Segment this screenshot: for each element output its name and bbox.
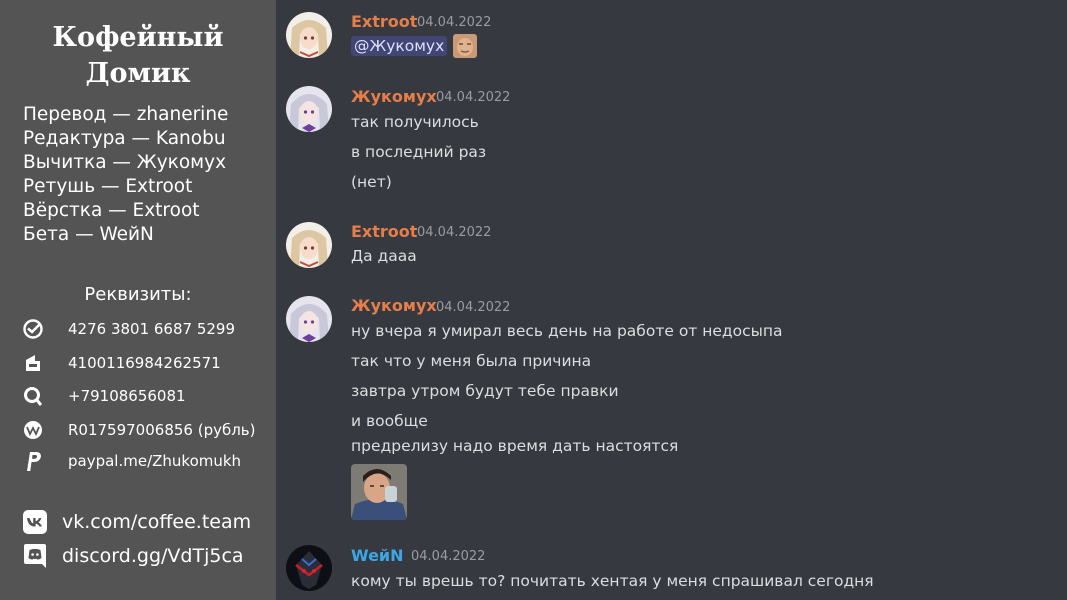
message-line: так получилось [351,113,479,131]
message-content: @Жукомух [351,34,478,58]
social-vk-link: vk.com/coffee.team [62,511,252,533]
message-author[interactable]: Extroot [351,12,417,31]
requisite-paypal-link: paypal.me/Zhukomukh [68,452,242,470]
reaction-sticker-image[interactable] [351,464,407,520]
credits-sidebar: Кофейный Домик Перевод — zhanerine Редак… [0,0,276,600]
message-timestamp: 04.04.2022 [436,300,511,315]
qiwi-icon [22,385,44,407]
discord-icon [22,543,48,569]
requisite-webmoney-number: R017597006856 (рубль) [68,421,256,439]
face-emoji-icon [453,34,478,58]
requisite-webmoney: R017597006856 (рубль) [22,418,256,442]
credit-beta: Бета — WeйN [23,224,154,245]
avatar-wein[interactable] [286,545,332,591]
message-line: и вообще [351,412,428,430]
requisite-sber: 4276 3801 6687 5299 [22,317,235,341]
team-title-line2: Домик [85,58,191,89]
message-author[interactable]: Extroot [351,222,417,241]
requisite-yoomoney: 4100116984262571 [22,351,221,375]
message-line: предрелизу надо время дать настоятся [351,437,679,455]
requisite-qiwi: +79108656081 [22,384,186,408]
requisite-yoomoney-number: 4100116984262571 [68,354,221,372]
message-line: (нет) [351,173,392,191]
yoomoney-icon [22,352,44,374]
message-line: кому ты врешь то? почитать хентая у меня… [351,572,874,590]
message-line: в последний раз [351,143,487,161]
message-timestamp: 04.04.2022 [417,15,492,30]
credit-editing: Редактура — Kanobu [23,128,226,149]
avatar-extroot[interactable] [286,12,332,58]
message-author[interactable]: Жукомух [351,296,437,315]
message-timestamp: 04.04.2022 [436,90,511,105]
message-author[interactable]: WeйN [351,546,404,565]
message-timestamp: 04.04.2022 [411,549,486,564]
user-mention[interactable]: @Жукомух [351,36,448,56]
credit-typesetting: Вёрстка — Extroot [23,200,200,221]
credit-proofreading: Вычитка — Жукомух [23,152,227,173]
chat-log: Extroot 04.04.2022 @Жукомух Жукомух 04.0… [276,0,1067,600]
social-discord-link: discord.gg/VdTj5ca [62,545,244,567]
avatar-zhukomukh[interactable] [286,296,332,342]
requisites-title: Реквизиты: [84,284,192,305]
paypal-icon [22,450,44,472]
message-line: завтра утром будут тебе правки [351,382,619,400]
avatar-zhukomukh[interactable] [286,86,332,132]
message-timestamp: 04.04.2022 [417,225,492,240]
social-discord: discord.gg/VdTj5ca [22,541,244,571]
webmoney-icon [22,419,44,441]
message-line: ну вчера я умирал весь день на работе от… [351,322,783,340]
avatar-extroot[interactable] [286,222,332,268]
requisite-qiwi-number: +79108656081 [68,387,186,405]
message-line: Да дааа [351,247,417,265]
credit-translation: Перевод — zhanerine [23,104,229,125]
credit-retouch: Ретушь — Extroot [23,176,193,197]
social-vk: vk.com/coffee.team [22,507,251,537]
team-title-line1: Кофейный [52,22,224,53]
requisite-sber-number: 4276 3801 6687 5299 [68,320,235,338]
message-author[interactable]: Жукомух [351,87,437,106]
sber-icon [22,318,44,340]
message-line: так что у меня была причина [351,352,592,370]
vk-icon [22,509,48,535]
requisite-paypal: paypal.me/Zhukomukh [22,449,241,473]
